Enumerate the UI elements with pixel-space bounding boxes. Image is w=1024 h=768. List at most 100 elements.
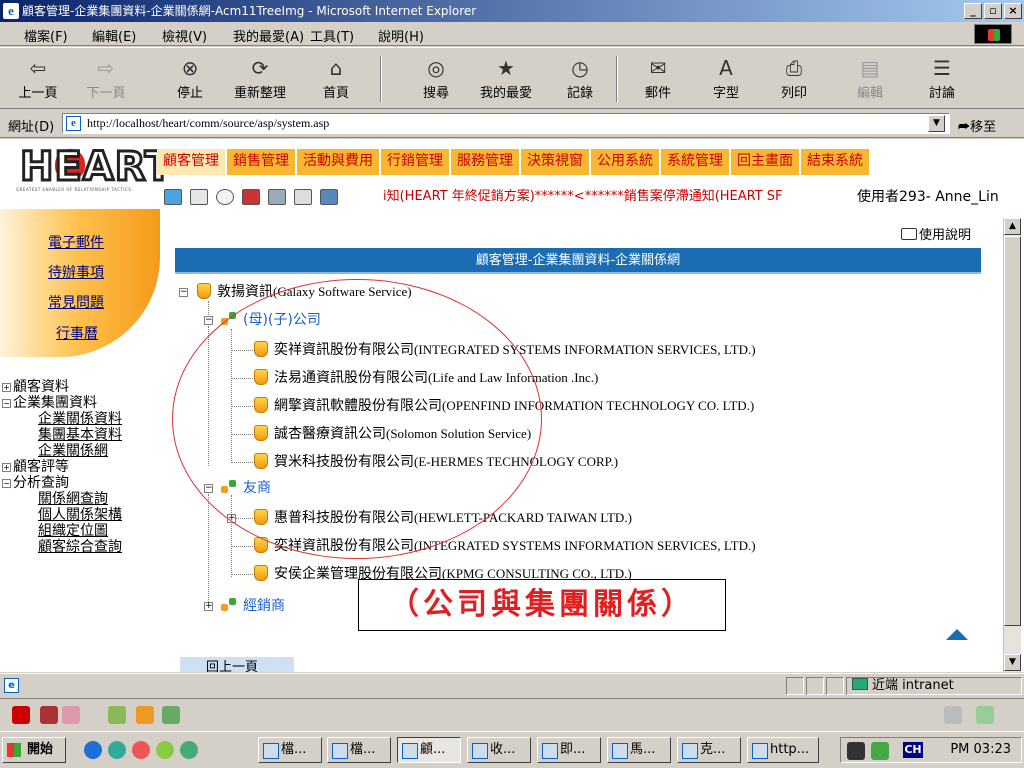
start-button[interactable]: 開始	[2, 737, 66, 763]
app-launch-icon[interactable]	[976, 706, 994, 724]
module-customer[interactable]: 顧客管理	[157, 149, 227, 175]
tree-root-node[interactable]: 敦揚資訊(Galaxy Software Service)	[197, 283, 412, 301]
minimize-button[interactable]: _	[964, 3, 982, 19]
close-button[interactable]: ×	[1004, 3, 1022, 19]
nav-enterprise-relation-data[interactable]: 企業關係資料	[38, 411, 122, 427]
tree-expand-button[interactable]: +	[204, 602, 213, 611]
clock[interactable]: PM 03:23	[950, 742, 1011, 757]
tree-collapse-button[interactable]: −	[179, 288, 188, 297]
home-button[interactable]: ⌂ 首頁	[304, 54, 368, 106]
stop-button[interactable]: ⊗ 停止	[158, 54, 222, 106]
nav-personal-relation[interactable]: 個人關係架構	[38, 507, 122, 523]
app-launch-icon[interactable]	[62, 706, 80, 724]
module-public[interactable]: 公用系統	[591, 149, 661, 175]
desktop-icon[interactable]	[108, 741, 126, 759]
note-icon[interactable]	[268, 189, 286, 205]
address-input[interactable]: e http://localhost/heart/comm/source/asp…	[62, 113, 950, 134]
tree-company-node[interactable]: 賀米科技股份有限公司(E-HERMES TECHNOLOGY CORP.)	[254, 453, 618, 471]
vertical-scrollbar[interactable]: ▲ ▼	[1003, 218, 1021, 672]
app-launch-icon[interactable]	[944, 706, 962, 724]
module-home[interactable]: 回主畫面	[731, 149, 801, 175]
module-service[interactable]: 服務管理	[451, 149, 521, 175]
search-button[interactable]: ◎ 搜尋	[404, 54, 468, 106]
back-button[interactable]: ⇦ 上一頁	[6, 54, 70, 106]
nav-customer-rating[interactable]: + 顧客評等	[2, 459, 69, 475]
taskbar-item[interactable]: http...	[747, 737, 819, 763]
module-marketing[interactable]: 行銷管理	[381, 149, 451, 175]
nav-group-basic-data[interactable]: 集團基本資料	[38, 427, 122, 443]
go-button[interactable]: ⮫移至	[958, 116, 996, 135]
tree-company-node[interactable]: 惠普科技股份有限公司(HEWLETT-PACKARD TAIWAN LTD.)	[254, 509, 632, 527]
satellite-icon[interactable]	[216, 189, 234, 205]
nav-org-positioning[interactable]: 組織定位圖	[38, 523, 108, 539]
nav-enterprise-network[interactable]: 企業關係網	[38, 443, 108, 459]
menu-favorites[interactable]: 我的最愛(A)	[233, 26, 304, 45]
print-button[interactable]: ⎙ 列印	[762, 54, 826, 106]
history-button[interactable]: ◷ 記錄	[548, 54, 612, 106]
app-icon[interactable]	[156, 741, 174, 759]
menu-view[interactable]: 檢視(V)	[162, 26, 207, 45]
taskbar-item[interactable]: 收...	[467, 737, 531, 763]
quicklink-faq[interactable]: 常見問題	[48, 292, 104, 312]
mail-button[interactable]: ✉ 郵件	[626, 54, 690, 106]
taskbar-item[interactable]: 檔...	[258, 737, 322, 763]
taskbar-item[interactable]: 克...	[677, 737, 741, 763]
help-icon[interactable]	[242, 189, 260, 205]
taskbar-item-active[interactable]: 顧...	[397, 737, 461, 763]
nav-analysis-query[interactable]: − 分析查詢	[2, 475, 69, 491]
scroll-up-button[interactable]: ▲	[1004, 218, 1021, 235]
module-system[interactable]: 系統管理	[661, 149, 731, 175]
maximize-button[interactable]: ▫	[984, 3, 1002, 19]
tree-company-node[interactable]: 網擎資訊軟體股份有限公司(OPENFIND INFORMATION TECHNO…	[254, 397, 754, 415]
speaker-icon[interactable]	[847, 742, 865, 760]
scroll-top-icon[interactable]	[946, 629, 968, 640]
tree-company-node[interactable]: 奕祥資訊股份有限公司(INTEGRATED SYSTEMS INFORMATIO…	[254, 537, 756, 555]
outlook-icon[interactable]	[132, 741, 150, 759]
app-launch-icon[interactable]	[40, 706, 58, 724]
help-link[interactable]: 使用說明	[901, 224, 971, 243]
nav-customer-data[interactable]: + 顧客資料	[2, 379, 69, 395]
address-dropdown-button[interactable]: ▼	[928, 115, 945, 132]
tree-group-parent-sub[interactable]: (母)(子)公司	[221, 311, 321, 329]
menu-tools[interactable]: 工具(T)	[310, 26, 354, 45]
quicklink-calendar[interactable]: 行事曆	[56, 323, 98, 343]
taskbar-item[interactable]: 馬...	[607, 737, 671, 763]
taskbar-item[interactable]: 檔...	[327, 737, 391, 763]
tree-company-node[interactable]: 誠杏醫療資訊公司(Solomon Solution Service)	[254, 425, 531, 443]
ime-indicator[interactable]: CH	[903, 742, 923, 758]
tree-collapse-button[interactable]: −	[204, 484, 213, 493]
quicklink-todo[interactable]: 待辦事項	[48, 262, 104, 282]
taskbar-item[interactable]: 即...	[537, 737, 601, 763]
nav-network-query[interactable]: 關係網查詢	[38, 491, 108, 507]
menu-file[interactable]: 檔案(F)	[24, 26, 68, 45]
tree-collapse-button[interactable]: −	[204, 316, 213, 325]
forward-button[interactable]: ⇨ 下一頁	[74, 54, 138, 106]
app-icon[interactable]	[180, 741, 198, 759]
mail-icon[interactable]	[190, 189, 208, 205]
nav-customer-query[interactable]: 顧客綜合查詢	[38, 539, 122, 555]
tree-group-distributors[interactable]: 經銷商	[221, 597, 285, 615]
favorites-button[interactable]: ★ 我的最愛	[474, 54, 538, 106]
tree-company-node[interactable]: 奕祥資訊股份有限公司(INTEGRATED SYSTEMS INFORMATIO…	[254, 341, 756, 359]
news-icon[interactable]	[320, 189, 338, 205]
tools-icon[interactable]	[294, 189, 312, 205]
refresh-button[interactable]: ⟳ 重新整理	[228, 54, 292, 106]
scroll-down-button[interactable]: ▼	[1004, 654, 1021, 671]
module-exit[interactable]: 結束系統	[801, 149, 871, 175]
menu-edit[interactable]: 編輯(E)	[92, 26, 136, 45]
tree-group-competitors[interactable]: 友商	[221, 479, 271, 497]
nav-enterprise-group[interactable]: − 企業集團資料	[2, 395, 97, 411]
menu-help[interactable]: 說明(H)	[378, 26, 424, 45]
scroll-thumb[interactable]	[1004, 236, 1021, 626]
tree-expand-button[interactable]: +	[227, 514, 236, 523]
module-sales[interactable]: 銷售管理	[227, 149, 297, 175]
edit-button[interactable]: ▤ 編輯	[838, 54, 902, 106]
module-activity[interactable]: 活動與費用	[297, 149, 381, 175]
app-launch-icon[interactable]	[136, 706, 154, 724]
prev-page-button[interactable]: 回上一頁	[180, 657, 294, 672]
news-marquee[interactable]: i知(HEART 年終促銷方案)******<******銷售案停滯通知(HEA…	[383, 187, 849, 207]
app-launch-icon[interactable]	[162, 706, 180, 724]
inbox-icon[interactable]	[164, 189, 182, 205]
app-launch-icon[interactable]	[108, 706, 126, 724]
network-icon[interactable]	[871, 742, 889, 760]
